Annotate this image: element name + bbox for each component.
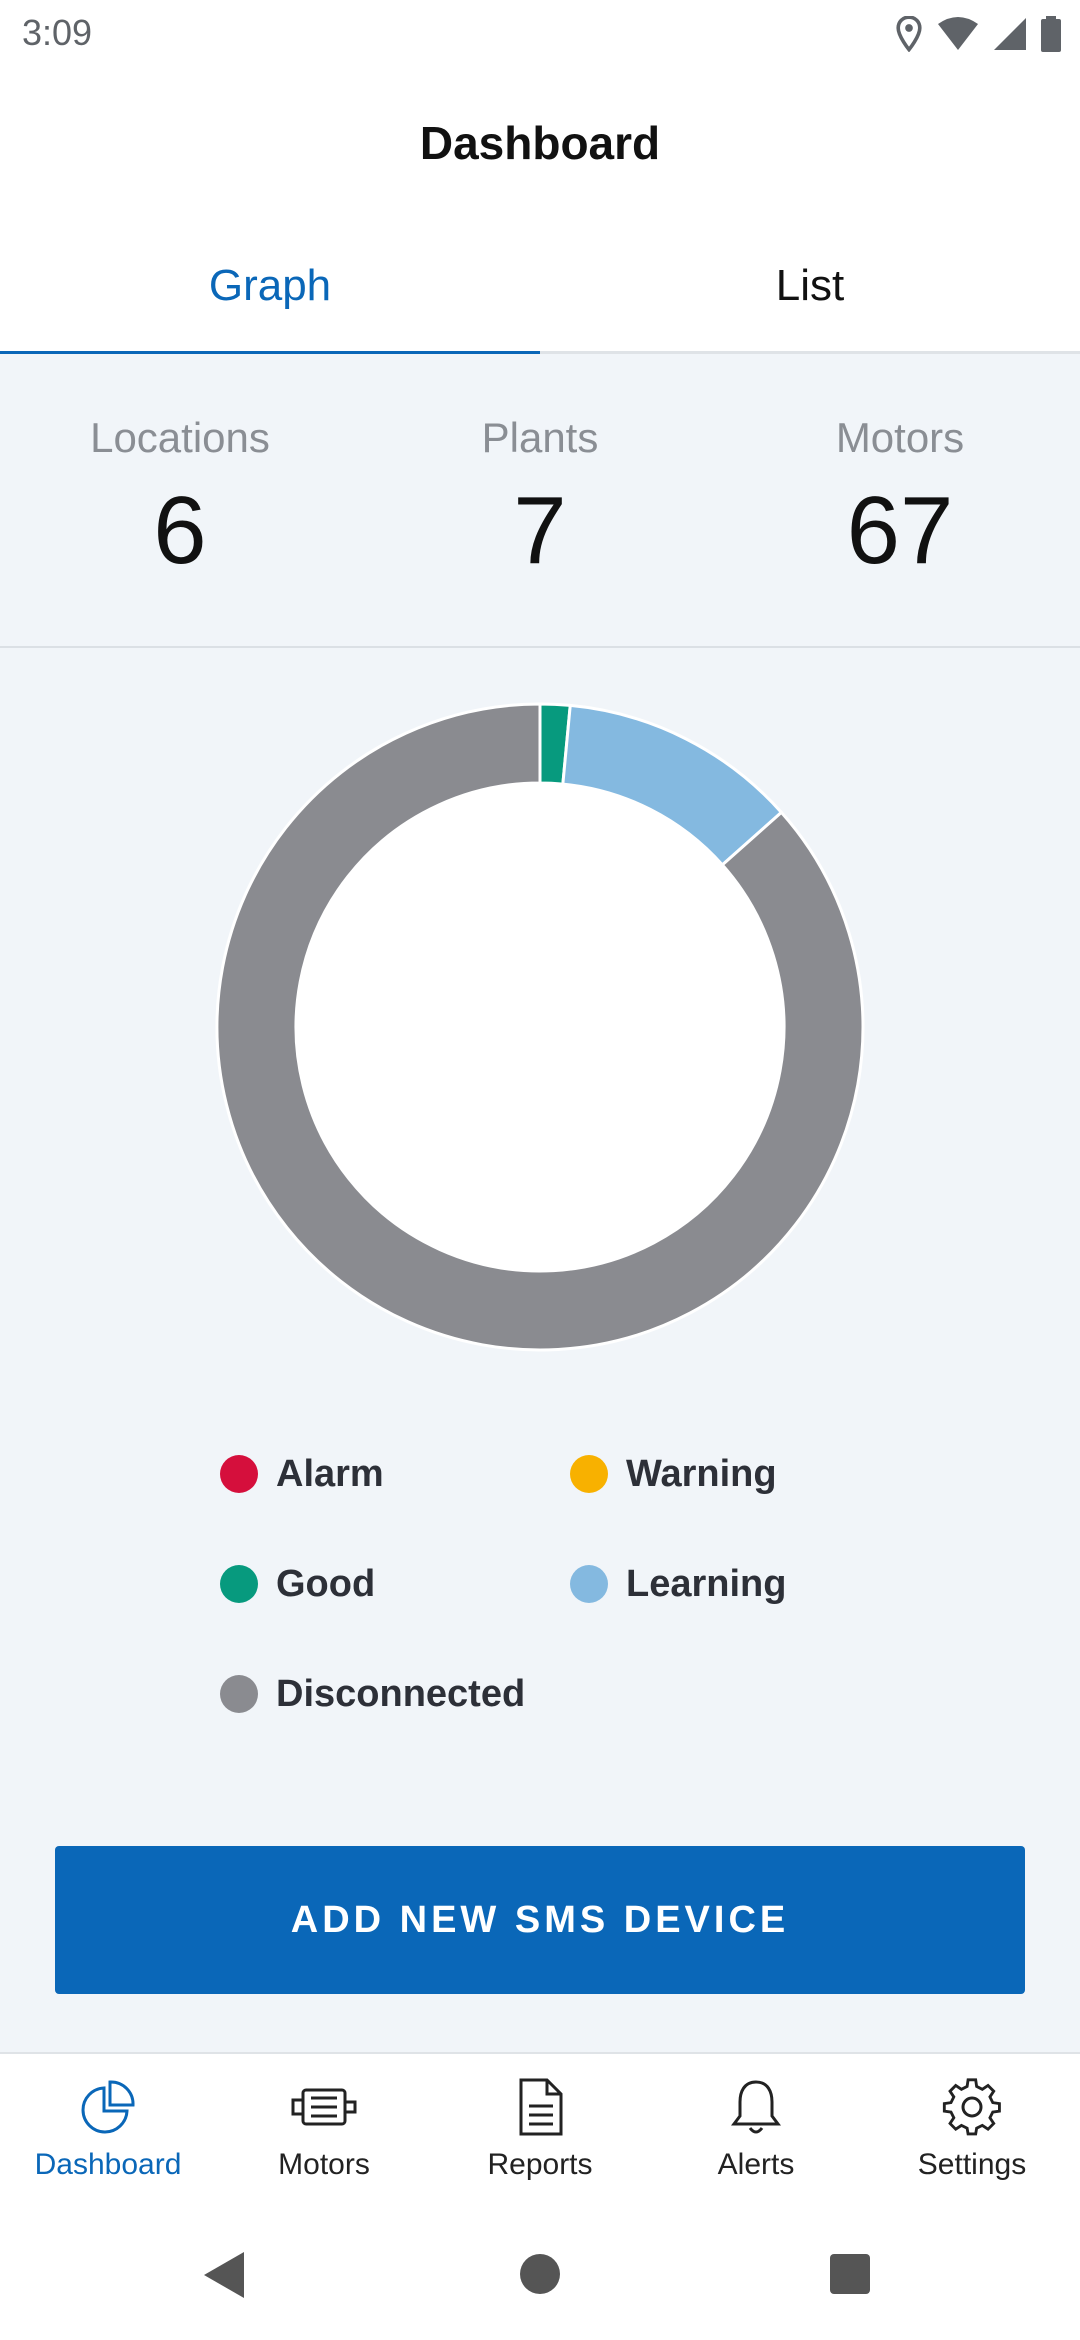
tab-list[interactable]: List (540, 226, 1080, 354)
stat-motors-label: Motors (835, 414, 965, 461)
bell-icon (731, 2080, 781, 2134)
report-document-icon (519, 2078, 563, 2136)
nav-item-dashboard[interactable]: Dashboard (0, 2076, 216, 2206)
stat-locations: Locations 6 (0, 414, 360, 586)
legend-label-good: Good (276, 1562, 376, 1605)
stat-motors-value: 67 (846, 477, 954, 584)
stat-locations-label: Locations (90, 414, 270, 461)
dashboard-content: Locations 6 Plants 7 Motors 67 Alarm War… (0, 354, 1080, 2054)
stat-plants-label: Plants (481, 414, 599, 461)
stats-summary: Locations 6 Plants 7 Motors 67 (0, 354, 1080, 648)
chart-legend: Alarm Warning Good Learning Disconnected (220, 1444, 860, 1774)
stat-plants: Plants 7 (360, 414, 720, 586)
nav-item-motors[interactable]: Motors (216, 2076, 432, 2206)
legend-dot-good (220, 1565, 258, 1603)
nav-label-alerts: Alerts (717, 2148, 795, 2181)
legend-item-good: Good (220, 1554, 375, 1614)
legend-label-learning: Learning (626, 1562, 787, 1605)
legend-item-disconnected: Disconnected (220, 1664, 525, 1724)
nav-item-settings[interactable]: Settings (864, 2076, 1080, 2206)
back-icon[interactable] (200, 2250, 248, 2300)
donut-hole (296, 783, 784, 1271)
status-icons (894, 14, 1062, 54)
location-icon (896, 16, 922, 52)
legend-item-warning: Warning (570, 1444, 777, 1504)
nav-label-dashboard: Dashboard (34, 2148, 182, 2181)
recents-icon[interactable] (828, 2252, 872, 2296)
legend-label-alarm: Alarm (276, 1452, 384, 1495)
signal-icon (994, 18, 1026, 50)
battery-icon (1041, 16, 1061, 52)
legend-dot-warning (570, 1455, 608, 1493)
legend-label-disconnected: Disconnected (276, 1672, 526, 1715)
dashboard-pie-icon (81, 2080, 135, 2134)
legend-dot-disconnected (220, 1675, 258, 1713)
legend-label-warning: Warning (626, 1452, 777, 1495)
legend-item-learning: Learning (570, 1554, 786, 1614)
page-title: Dashboard (419, 117, 661, 169)
status-bar: 3:09 (0, 0, 1080, 66)
status-donut-chart[interactable] (215, 702, 865, 1352)
stat-plants-value: 7 (513, 477, 567, 584)
home-icon[interactable] (518, 2252, 562, 2296)
stat-motors: Motors 67 (720, 414, 1080, 586)
tab-bar: Graph List (0, 226, 1080, 357)
nav-item-alerts[interactable]: Alerts (648, 2076, 864, 2206)
legend-dot-alarm (220, 1455, 258, 1493)
add-new-sms-device-button[interactable]: ADD NEW SMS DEVICE (55, 1846, 1025, 1994)
legend-dot-learning (570, 1565, 608, 1603)
gear-icon (942, 2078, 1001, 2136)
donut-svg (215, 702, 865, 1352)
nav-label-reports: Reports (487, 2148, 593, 2181)
nav-label-settings: Settings (917, 2148, 1027, 2181)
bottom-nav: Dashboard Motors Reports Alerts Settings (0, 2052, 1080, 2212)
status-time: 3:09 (22, 12, 93, 53)
app-header: Dashboard (0, 66, 1080, 226)
motor-icon (291, 2088, 357, 2126)
wifi-icon (938, 17, 978, 50)
nav-item-reports[interactable]: Reports (432, 2076, 648, 2206)
legend-item-alarm: Alarm (220, 1444, 384, 1504)
tab-graph[interactable]: Graph (0, 226, 540, 357)
tab-list-label: List (775, 261, 845, 310)
nav-label-motors: Motors (278, 2148, 370, 2181)
tab-graph-label: Graph (208, 261, 332, 310)
stat-locations-value: 6 (153, 477, 207, 584)
system-nav-bar (0, 2212, 1080, 2340)
